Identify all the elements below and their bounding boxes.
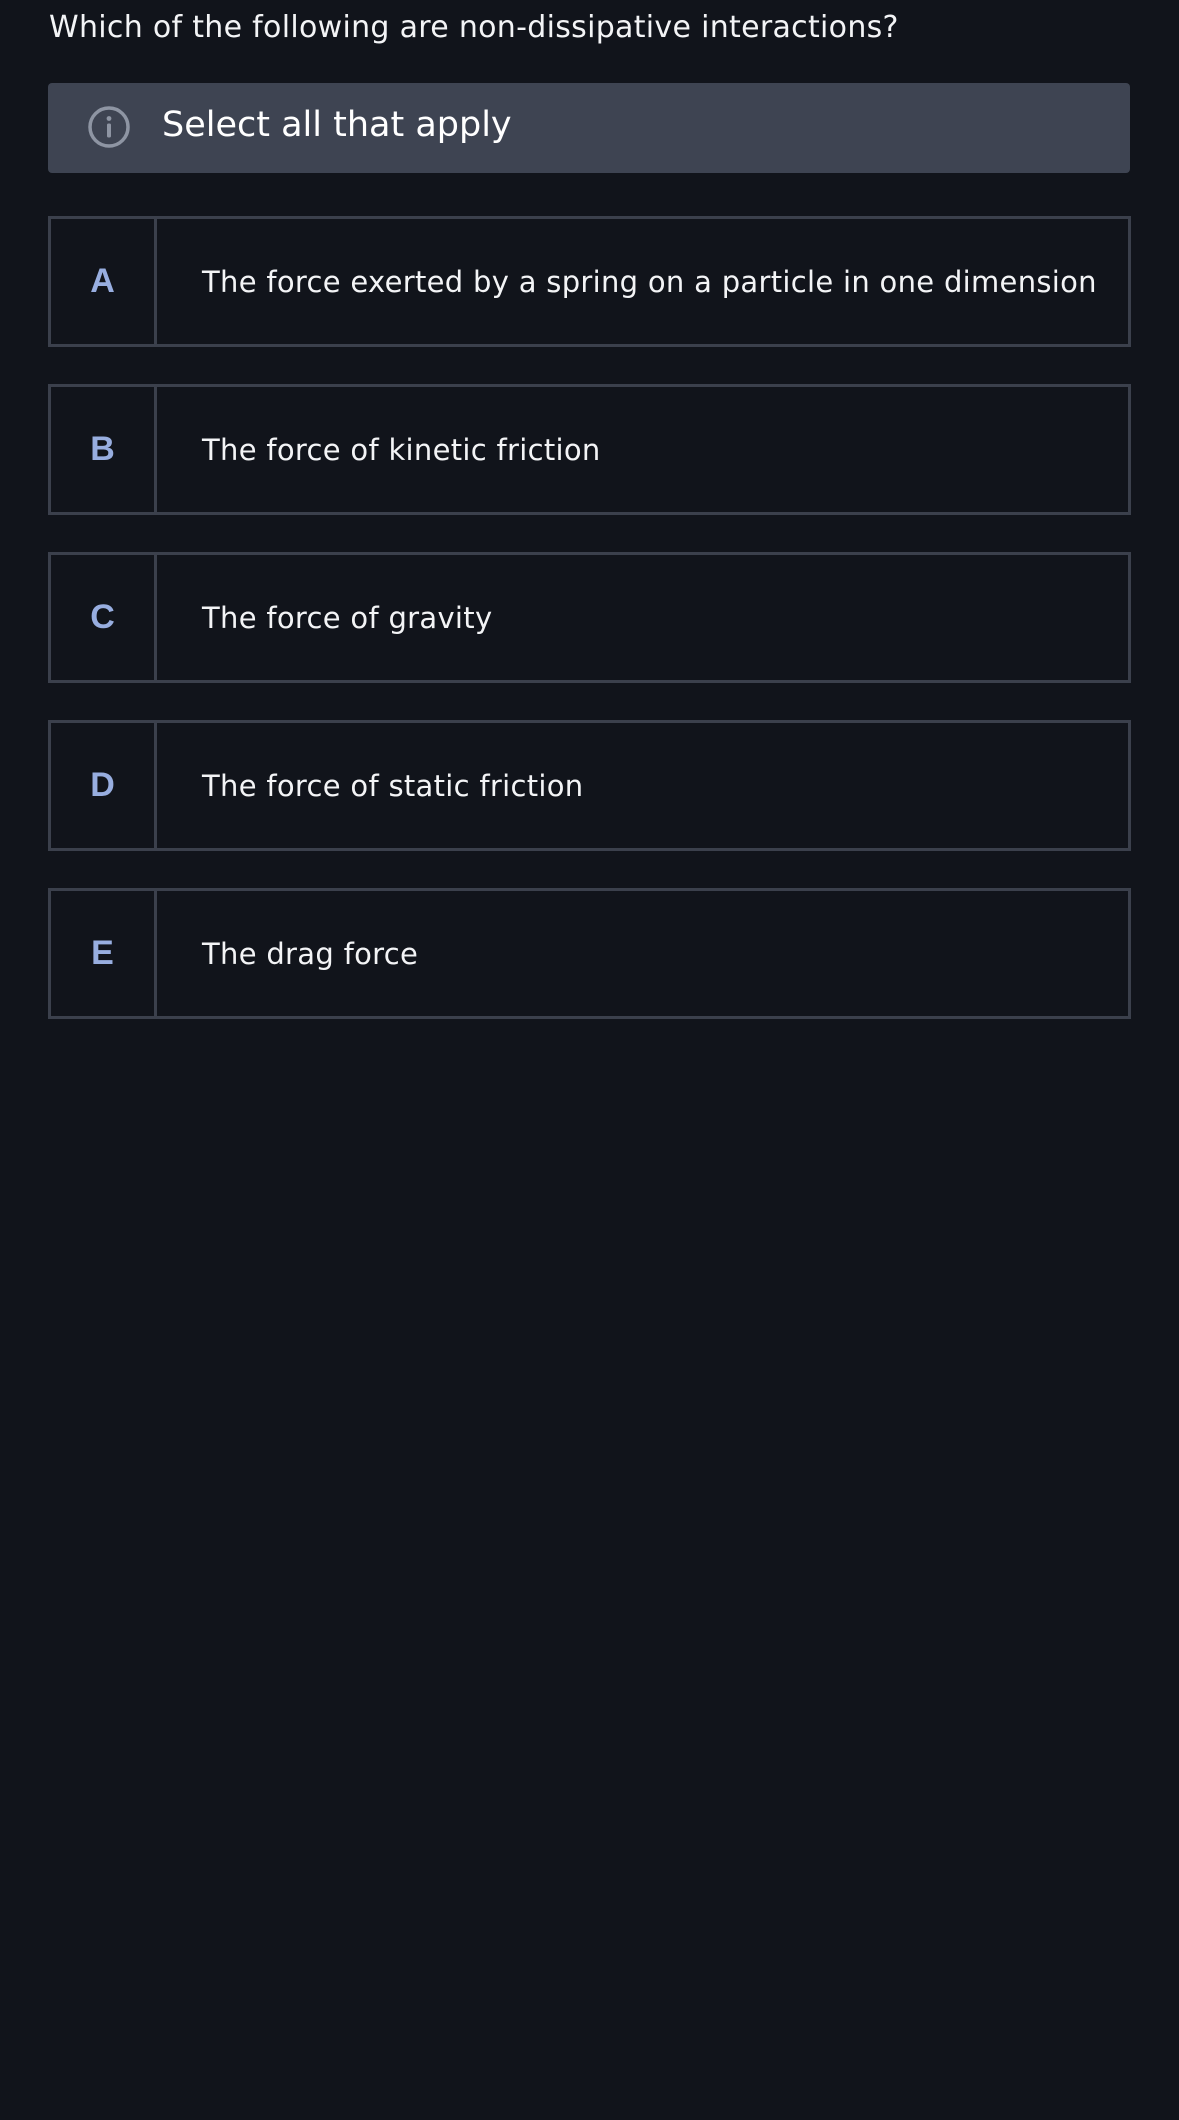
option-a[interactable]: A The force exerted by a spring on a par… [48,216,1131,347]
option-text: The force of gravity [202,600,493,635]
option-text: The force exerted by a spring on a parti… [202,264,1097,299]
option-letter: B [51,387,157,512]
question-text: Which of the following are non-dissipati… [49,10,899,45]
option-letter: D [51,723,157,848]
option-text: The force of static friction [202,768,584,803]
instruction-text: Select all that apply [162,105,512,145]
option-text: The drag force [202,936,419,971]
option-c[interactable]: C The force of gravity [48,552,1131,683]
option-letter: C [51,555,157,680]
option-text: The force of kinetic friction [202,432,601,467]
quiz-page: Which of the following are non-dissipati… [0,0,1179,2120]
option-b[interactable]: B The force of kinetic friction [48,384,1131,515]
option-letter: A [51,219,157,344]
option-letter: E [51,891,157,1016]
answer-options: A The force exerted by a spring on a par… [48,216,1131,1056]
info-icon [86,104,132,150]
instruction-banner: Select all that apply [48,83,1130,173]
option-e[interactable]: E The drag force [48,888,1131,1019]
option-d[interactable]: D The force of static friction [48,720,1131,851]
